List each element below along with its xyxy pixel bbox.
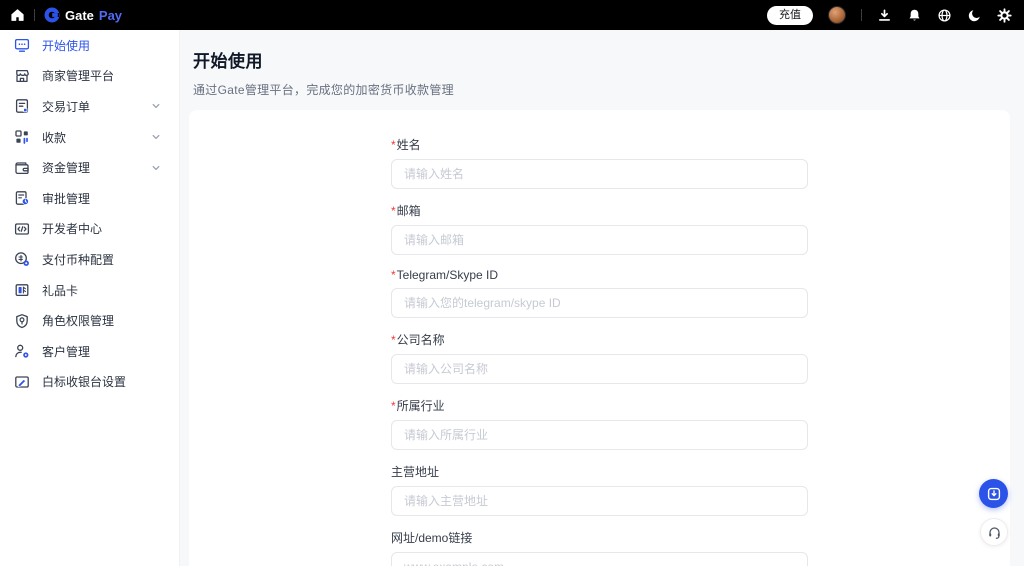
field-website: 网址/demo链接 <box>391 529 808 566</box>
gift-card-icon <box>14 282 30 298</box>
field-company: *公司名称 <box>391 331 808 384</box>
wallet-icon <box>14 160 30 176</box>
gate-logo-icon <box>44 7 60 23</box>
sidebar-item-label: 礼品卡 <box>42 283 79 298</box>
download-icon[interactable] <box>877 8 892 23</box>
field-label: *公司名称 <box>391 333 445 347</box>
sidebar-item-label: 商家管理平台 <box>42 69 115 84</box>
field-address: 主营地址 <box>391 463 808 516</box>
globe-icon[interactable] <box>937 8 952 23</box>
sidebar-item-label: 客户管理 <box>42 344 91 359</box>
gate-pay-logo[interactable]: Gate Pay <box>44 7 122 23</box>
required-mark: * <box>391 268 396 282</box>
qr-collect-icon <box>14 129 30 145</box>
sidebar-item-label: 开始使用 <box>42 38 91 53</box>
sidebar-item-roles[interactable]: 角色权限管理 <box>0 305 179 336</box>
sidebar-item-developer[interactable]: 开发者中心 <box>0 214 179 245</box>
field-label: *姓名 <box>391 138 421 152</box>
recharge-button[interactable]: 充值 <box>767 5 813 25</box>
onboarding-form: *姓名 *邮箱 *Telegram/Skype ID *公司名称 *所属行业 <box>391 136 808 566</box>
headset-icon <box>988 526 1000 539</box>
field-label: 网址/demo链接 <box>391 531 473 545</box>
topbar-divider <box>34 9 35 21</box>
topbar-left: Gate Pay <box>10 7 122 23</box>
field-label: *所属行业 <box>391 399 445 413</box>
required-mark: * <box>391 138 396 152</box>
sidebar-item-label: 交易订单 <box>42 99 91 114</box>
required-mark: * <box>391 204 396 218</box>
address-input[interactable] <box>391 486 808 516</box>
app-download-icon <box>987 487 1000 500</box>
field-telegram-skype: *Telegram/Skype ID <box>391 268 808 318</box>
chevron-down-icon <box>151 163 161 173</box>
sidebar-item-orders[interactable]: 交易订单 <box>0 91 179 122</box>
order-icon <box>14 98 30 114</box>
cashier-settings-icon <box>14 374 30 390</box>
name-input[interactable] <box>391 159 808 189</box>
field-label: 主营地址 <box>391 465 440 479</box>
sidebar-item-label: 白标收银台设置 <box>42 375 127 390</box>
store-icon <box>14 68 30 84</box>
approval-icon <box>14 190 30 206</box>
developer-icon <box>14 221 30 237</box>
main-header: 开始使用 通过Gate管理平台，完成您的加密货币收款管理 <box>180 30 1024 98</box>
chevron-down-icon <box>151 132 161 142</box>
sidebar-item-approvals[interactable]: 审批管理 <box>0 183 179 214</box>
telegram-skype-input[interactable] <box>391 288 808 318</box>
sidebar-item-label: 收款 <box>42 130 67 145</box>
shield-icon <box>14 313 30 329</box>
sidebar-item-getting-started[interactable]: 开始使用 <box>0 30 179 61</box>
brand-gate: Gate <box>65 7 94 23</box>
moon-icon[interactable] <box>967 8 982 23</box>
support-fab[interactable] <box>980 518 1008 546</box>
sidebar-item-customers[interactable]: 客户管理 <box>0 336 179 367</box>
customer-icon <box>14 343 30 359</box>
sidebar-item-merchant-platform[interactable]: 商家管理平台 <box>0 61 179 92</box>
sidebar: 开始使用 商家管理平台 交易订单 收款 资金管理 审批管理 开发者中心 支付币种… <box>0 30 180 566</box>
sidebar-item-label: 支付币种配置 <box>42 252 115 267</box>
field-industry: *所属行业 <box>391 397 808 450</box>
page-title: 开始使用 <box>193 52 263 71</box>
topbar: Gate Pay 充值 <box>0 0 1024 30</box>
sidebar-item-funds[interactable]: 资金管理 <box>0 152 179 183</box>
onboarding-form-card: *姓名 *邮箱 *Telegram/Skype ID *公司名称 *所属行业 <box>189 110 1010 566</box>
sidebar-item-currency-config[interactable]: 支付币种配置 <box>0 244 179 275</box>
brand-pay: Pay <box>98 7 123 23</box>
main-content: 开始使用 通过Gate管理平台，完成您的加密货币收款管理 *姓名 *邮箱 *Te… <box>180 30 1024 566</box>
sidebar-item-label: 资金管理 <box>42 161 91 176</box>
sidebar-item-collect[interactable]: 收款 <box>0 122 179 153</box>
company-input[interactable] <box>391 354 808 384</box>
sidebar-item-gift-card[interactable]: 礼品卡 <box>0 275 179 306</box>
field-label: *Telegram/Skype ID <box>391 268 499 282</box>
sidebar-item-whitelabel-cashier[interactable]: 白标收银台设置 <box>0 367 179 398</box>
coin-config-icon <box>14 251 30 267</box>
field-email: *邮箱 <box>391 202 808 255</box>
email-input[interactable] <box>391 225 808 255</box>
chevron-down-icon <box>151 101 161 111</box>
sidebar-item-label: 角色权限管理 <box>42 314 115 329</box>
website-input[interactable] <box>391 552 808 566</box>
app-download-fab[interactable] <box>979 479 1008 508</box>
avatar[interactable] <box>828 6 846 24</box>
sidebar-item-label: 审批管理 <box>42 191 91 206</box>
gear-icon[interactable] <box>997 7 1012 23</box>
getting-started-icon <box>14 37 30 53</box>
field-label: *邮箱 <box>391 204 421 218</box>
sidebar-item-label: 开发者中心 <box>42 222 103 237</box>
topbar-divider-2 <box>861 9 862 21</box>
topbar-right: 充值 <box>767 5 1012 25</box>
home-icon[interactable] <box>10 8 25 23</box>
page-subtitle: 通过Gate管理平台，完成您的加密货币收款管理 <box>193 83 454 97</box>
required-mark: * <box>391 399 396 413</box>
bell-icon[interactable] <box>907 8 922 23</box>
industry-input[interactable] <box>391 420 808 450</box>
field-name: *姓名 <box>391 136 808 189</box>
required-mark: * <box>391 333 396 347</box>
